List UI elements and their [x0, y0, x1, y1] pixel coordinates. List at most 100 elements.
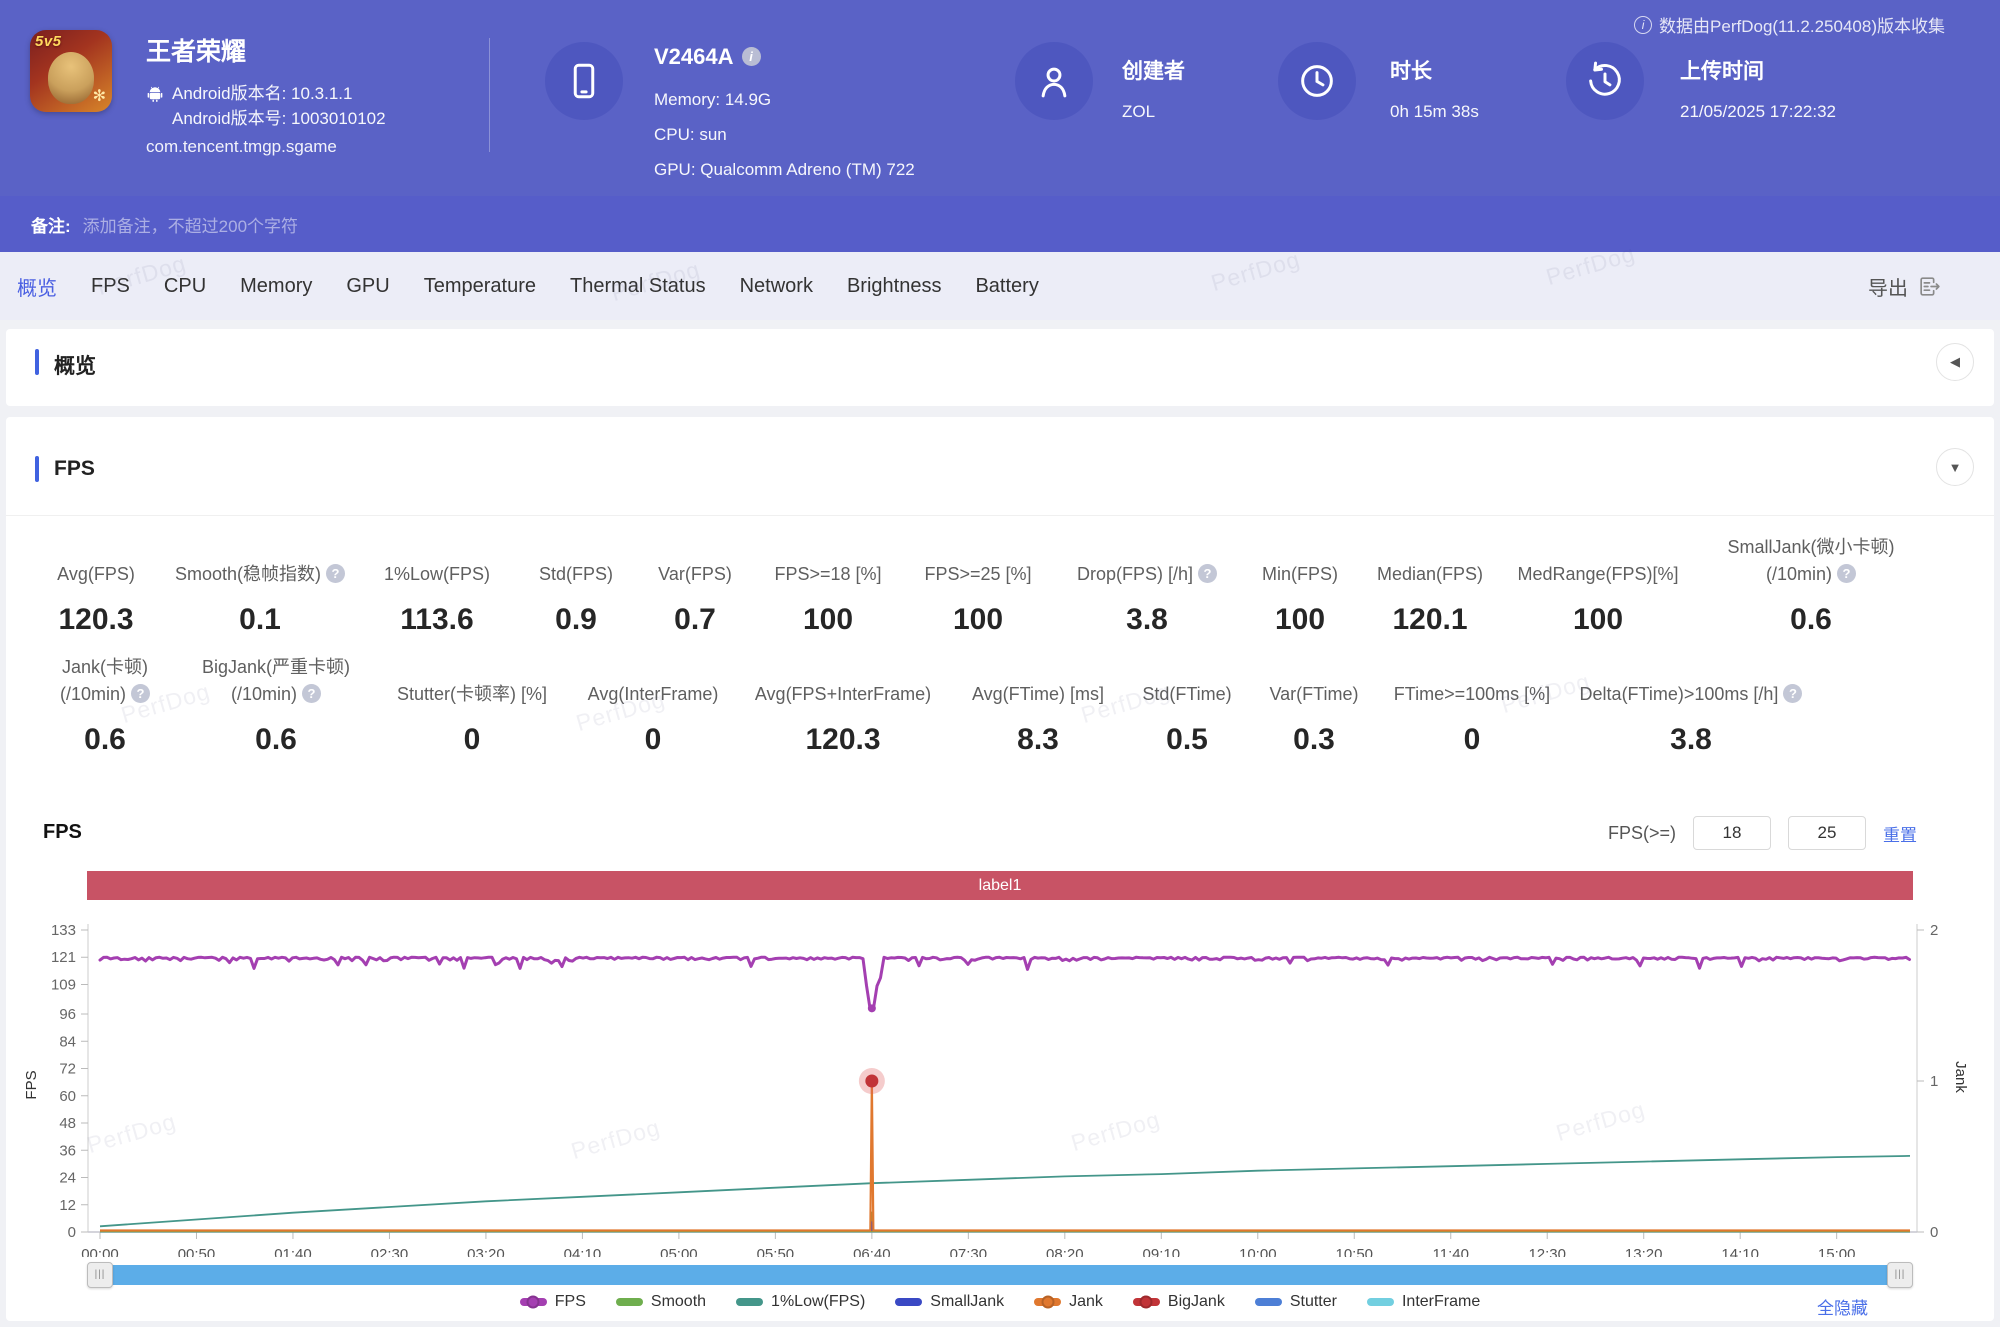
fps-collapse-button[interactable]: ▼ [1936, 448, 1974, 486]
stat-value: 0 [1463, 723, 1481, 756]
svg-text:01:40: 01:40 [274, 1246, 312, 1257]
svg-text:12: 12 [59, 1197, 76, 1214]
stat-value: 120.3 [805, 723, 881, 756]
tab-cpu[interactable]: CPU [164, 275, 206, 298]
reset-link[interactable]: 重置 [1883, 821, 1917, 846]
stat-label: Std(FPS) [538, 564, 613, 584]
stat-label: BigJank(严重卡顿) (/10min)? [201, 657, 351, 704]
chart-scrollbar-left-handle[interactable]: ||| [87, 1262, 113, 1288]
svg-text:12:30: 12:30 [1528, 1246, 1566, 1257]
stat-value: 8.3 [1017, 723, 1059, 756]
tab-brightness[interactable]: Brightness [847, 275, 942, 298]
svg-text:13:20: 13:20 [1625, 1246, 1663, 1257]
overview-collapse-button[interactable]: ◀ [1936, 343, 1974, 381]
export-button[interactable]: 导出 [1868, 252, 1942, 320]
device-model: V2464A i [654, 44, 761, 70]
svg-text:06:40: 06:40 [853, 1246, 891, 1257]
app-package: com.tencent.tmgp.sgame [146, 137, 337, 156]
svg-text:04:10: 04:10 [564, 1246, 602, 1257]
fps-threshold-label: FPS(>=) [1607, 822, 1676, 843]
svg-text:15:00: 15:00 [1818, 1246, 1856, 1257]
legend-label: Jank [1069, 1293, 1103, 1310]
stat-label: Var(FTime) [1269, 684, 1359, 704]
report-header: 5v5 ✻ 王者荣耀 Android版本名: 10.3.1.1 Android版… [0, 0, 2000, 196]
nav-tabbar: 概览 FPS CPU Memory GPU Temperature Thermal Stat… [0, 252, 2000, 320]
tab-gpu[interactable]: GPU [346, 275, 389, 298]
legend-item-bigjank[interactable]: BigJank [1132, 1293, 1225, 1311]
legend-marker [1254, 1298, 1282, 1306]
legend-item-interframe[interactable]: InterFrame [1366, 1293, 1481, 1311]
legend-item-fps[interactable]: FPS [519, 1293, 586, 1311]
stat-value: 0.6 [255, 723, 297, 756]
stat-cell: Var(FTime) 0.3 [1250, 652, 1378, 757]
fps-threshold-high-input[interactable] [1788, 816, 1866, 850]
stat-value: 0.6 [1790, 603, 1832, 636]
legend-label: InterFrame [1401, 1293, 1481, 1310]
help-icon[interactable]: ? [1837, 564, 1856, 583]
stat-value: 120.3 [58, 603, 134, 636]
android-version-code: Android版本号: 1003010102 [172, 109, 386, 128]
tab-network[interactable]: Network [740, 275, 813, 298]
help-icon[interactable]: ? [302, 684, 321, 703]
tab-概览[interactable]: 概览 [17, 272, 57, 301]
tab-battery[interactable]: Battery [975, 275, 1038, 298]
svg-text:09:10: 09:10 [1143, 1246, 1181, 1257]
stat-label: 1%Low(FPS) [383, 564, 491, 584]
svg-text:133: 133 [51, 922, 76, 939]
hide-all-link[interactable]: 全隐藏 [1817, 1294, 1868, 1319]
legend-item-smalljank[interactable]: SmallJank [895, 1293, 1004, 1311]
svg-text:Jank: Jank [1952, 1061, 1969, 1093]
help-icon[interactable]: ? [131, 684, 150, 703]
stat-cell: FPS>=25 [%] 100 [902, 532, 1054, 637]
svg-text:109: 109 [51, 976, 76, 993]
stat-label: Avg(FTime) [ms] [971, 684, 1104, 704]
svg-text:00:50: 00:50 [178, 1246, 216, 1257]
stat-label: Std(FTime) [1142, 684, 1232, 704]
tab-fps[interactable]: FPS [91, 275, 130, 298]
help-icon[interactable]: ? [1198, 564, 1218, 583]
svg-text:36: 36 [59, 1142, 76, 1159]
stat-value: 113.6 [400, 603, 474, 636]
legend-label: FPS [554, 1293, 586, 1310]
tab-thermal-status[interactable]: Thermal Status [570, 275, 706, 298]
device-info-icon[interactable]: i [741, 47, 761, 66]
creator-label: 创建者 [1122, 60, 1185, 83]
legend-item-smooth[interactable]: Smooth [615, 1293, 706, 1311]
stat-cell: MedRange(FPS)[%] 100 [1500, 532, 1696, 637]
device-model-text: V2464A [654, 44, 734, 69]
stat-label: Var(FPS) [658, 564, 732, 584]
legend-item-jank[interactable]: Jank [1034, 1293, 1103, 1311]
stat-value: 3.8 [1670, 723, 1712, 756]
tab-memory[interactable]: Memory [240, 275, 312, 298]
nav-tabs: 概览 FPS CPU Memory GPU Temperature Thermal Stat… [17, 252, 1039, 320]
svg-text:0: 0 [1930, 1224, 1938, 1241]
duration-icon [1278, 42, 1356, 120]
fps-title-bar [35, 456, 39, 482]
svg-text:0: 0 [68, 1224, 76, 1241]
stat-value: 3.8 [1126, 603, 1168, 636]
fps-section: FPS ▼ Avg(FPS) 120.3 Smooth(稳帧指数)? 0.1 1%Low… [6, 417, 1994, 1321]
fps-threshold-low-input[interactable] [1693, 816, 1771, 850]
help-icon[interactable]: ? [1783, 684, 1803, 703]
help-icon[interactable]: ? [326, 564, 346, 583]
data-source-note: i 数据由PerfDog(11.2.250408)版本收集 [1634, 12, 1945, 37]
stat-value: 0 [644, 723, 662, 756]
app-icon-art [48, 52, 94, 104]
stat-label: Min(FPS) [1262, 564, 1338, 584]
export-icon [1920, 276, 1940, 296]
note-placeholder[interactable]: 添加备注，不超过200个字符 [83, 212, 298, 237]
svg-text:1: 1 [1930, 1073, 1938, 1090]
chart-scrollbar[interactable] [87, 1265, 1913, 1285]
stat-value: 0.3 [1293, 723, 1335, 756]
fps-chart[interactable]: 133 121 109 96 84 72 60 48 36 24 12 0 2 1 0 FPS Jank 00:0… [6, 877, 1994, 1257]
tab-temperature[interactable]: Temperature [424, 275, 536, 298]
legend-item-1-low-fps-[interactable]: 1%Low(FPS) [736, 1293, 865, 1311]
legend-marker [895, 1298, 923, 1306]
note-bar[interactable]: 备注: 添加备注，不超过200个字符 [0, 196, 2000, 252]
legend-marker [1132, 1295, 1160, 1309]
info-icon: i [1634, 15, 1653, 34]
chart-scrollbar-right-handle[interactable]: ||| [1887, 1262, 1913, 1288]
legend-item-stutter[interactable]: Stutter [1254, 1293, 1337, 1311]
legend-marker [1366, 1298, 1394, 1306]
stat-cell: Jank(卡顿) (/10min)? 0.6 [30, 652, 180, 757]
